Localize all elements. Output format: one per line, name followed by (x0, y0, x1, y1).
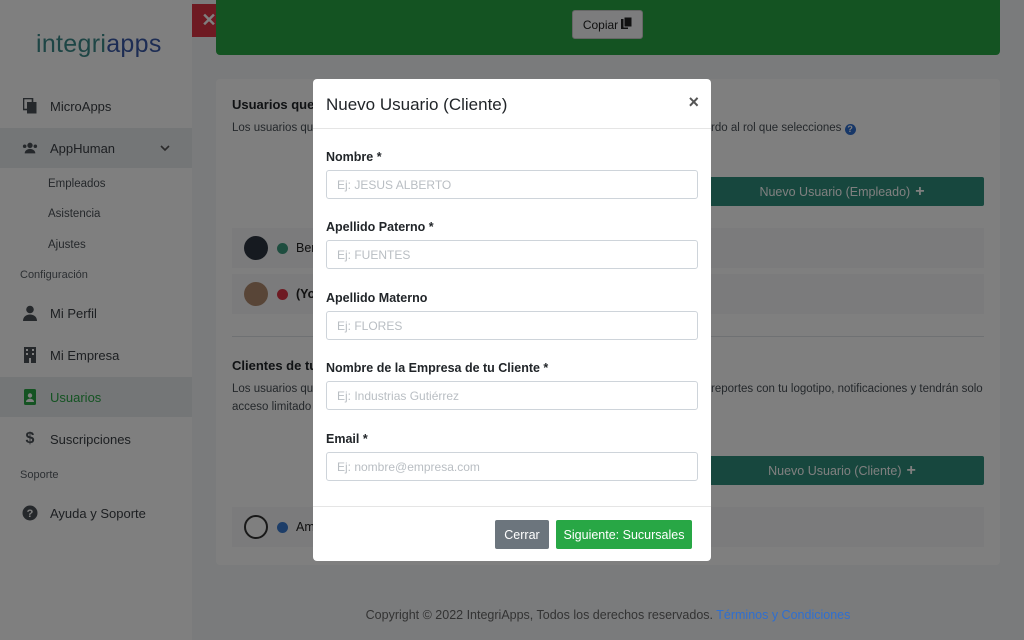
nombre-input[interactable] (326, 170, 698, 199)
new-client-modal: Nuevo Usuario (Cliente) × Nombre * Apell… (313, 79, 711, 561)
terms-link[interactable]: Términos y Condiciones (716, 608, 850, 622)
field-label-apellido-materno: Apellido Materno (326, 291, 428, 305)
field-label-apellido-paterno: Apellido Paterno * (326, 220, 434, 234)
modal-header: Nuevo Usuario (Cliente) × (313, 79, 711, 129)
cancel-button[interactable]: Cerrar (495, 520, 549, 549)
modal-title: Nuevo Usuario (Cliente) (326, 95, 508, 114)
field-label-empresa: Nombre de la Empresa de tu Cliente * (326, 361, 549, 375)
email-input[interactable] (326, 452, 698, 481)
field-label-email: Email * (326, 432, 368, 446)
modal-footer: Cerrar Siguiente: Sucursales (313, 506, 711, 561)
field-label-nombre: Nombre * (326, 150, 382, 164)
close-icon[interactable]: × (688, 93, 699, 111)
apellido-materno-input[interactable] (326, 311, 698, 340)
next-button[interactable]: Siguiente: Sucursales (556, 520, 692, 549)
empresa-input[interactable] (326, 381, 698, 410)
apellido-paterno-input[interactable] (326, 240, 698, 269)
footer: Copyright © 2022 IntegriApps, Todos los … (365, 608, 851, 622)
